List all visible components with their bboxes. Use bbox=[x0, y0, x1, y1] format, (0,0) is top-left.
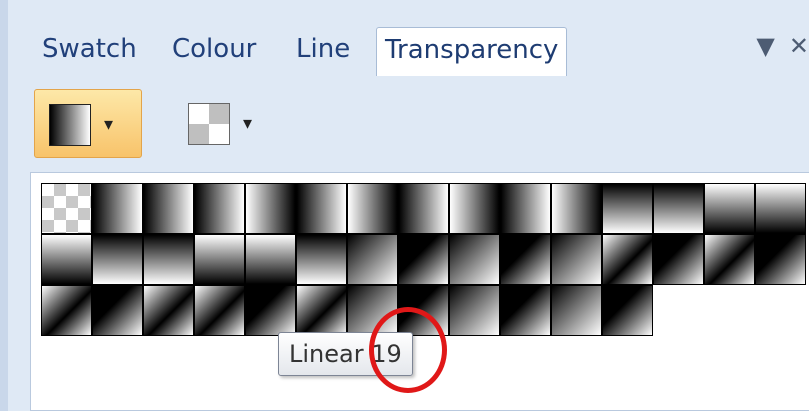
gradient-swatch[interactable] bbox=[551, 234, 602, 285]
gradient-swatch[interactable] bbox=[449, 183, 500, 234]
gradient-swatch[interactable] bbox=[347, 183, 398, 234]
gradient-swatch[interactable] bbox=[551, 285, 602, 336]
gradient-swatch[interactable] bbox=[296, 285, 347, 336]
gradient-swatch[interactable] bbox=[398, 234, 449, 285]
gradient-swatch[interactable] bbox=[143, 285, 194, 336]
gradient-swatch[interactable] bbox=[449, 234, 500, 285]
gradient-swatch[interactable] bbox=[143, 234, 194, 285]
transparency-panel: Swatch Colour Line Transparency ▼ ✕ ▾ ▾ L… bbox=[0, 0, 809, 411]
gradient-swatch[interactable] bbox=[296, 183, 347, 234]
gradient-swatch[interactable] bbox=[449, 285, 500, 336]
checkerboard-icon bbox=[188, 103, 230, 145]
gradient-type-button[interactable]: ▾ bbox=[34, 89, 142, 158]
gradient-swatch[interactable] bbox=[755, 234, 806, 285]
gradient-swatch[interactable] bbox=[245, 234, 296, 285]
tab-line[interactable]: Line bbox=[296, 27, 350, 75]
gradient-swatch[interactable] bbox=[92, 285, 143, 336]
gradient-swatch[interactable] bbox=[347, 234, 398, 285]
gradient-swatch[interactable] bbox=[551, 183, 602, 234]
gradient-swatch[interactable] bbox=[653, 234, 704, 285]
gradient-swatch[interactable] bbox=[500, 285, 551, 336]
gradient-swatch[interactable] bbox=[143, 183, 194, 234]
panel-menu-icon[interactable]: ▼ bbox=[756, 32, 774, 60]
gradient-swatch[interactable] bbox=[194, 285, 245, 336]
tab-transparency[interactable]: Transparency bbox=[376, 27, 568, 76]
gradient-swatch[interactable] bbox=[704, 234, 755, 285]
gradient-swatch[interactable] bbox=[602, 234, 653, 285]
gradient-swatch[interactable] bbox=[194, 183, 245, 234]
gradient-swatch[interactable] bbox=[92, 234, 143, 285]
gradient-swatch[interactable] bbox=[92, 183, 143, 234]
toolbar: ▾ ▾ bbox=[30, 89, 809, 162]
gradient-swatch[interactable] bbox=[602, 285, 653, 336]
gradient-swatch[interactable] bbox=[41, 234, 92, 285]
transparency-type-button[interactable]: ▾ bbox=[174, 89, 282, 158]
gradient-swatch[interactable] bbox=[704, 183, 755, 234]
gradient-swatch[interactable] bbox=[296, 234, 347, 285]
chevron-down-icon: ▾ bbox=[243, 113, 253, 134]
gradient-swatch[interactable] bbox=[755, 183, 806, 234]
gradient-swatch[interactable] bbox=[398, 183, 449, 234]
gradient-swatch[interactable] bbox=[602, 183, 653, 234]
tab-swatch[interactable]: Swatch bbox=[42, 27, 137, 75]
tab-colour[interactable]: Colour bbox=[172, 27, 256, 75]
chevron-down-icon: ▾ bbox=[104, 114, 114, 135]
gradient-swatch[interactable] bbox=[194, 234, 245, 285]
gradient-swatch[interactable] bbox=[500, 234, 551, 285]
no-transparency-swatch[interactable] bbox=[41, 183, 92, 234]
gradient-swatch[interactable] bbox=[245, 183, 296, 234]
gradient-swatch[interactable] bbox=[245, 285, 296, 336]
highlight-circle bbox=[369, 307, 447, 393]
gradient-swatch[interactable] bbox=[653, 183, 704, 234]
tab-controls: ▼ ✕ bbox=[742, 32, 809, 60]
gradient-swatch[interactable] bbox=[41, 285, 92, 336]
close-icon[interactable]: ✕ bbox=[789, 32, 809, 60]
gradient-swatch[interactable] bbox=[500, 183, 551, 234]
gradient-icon bbox=[49, 104, 91, 146]
